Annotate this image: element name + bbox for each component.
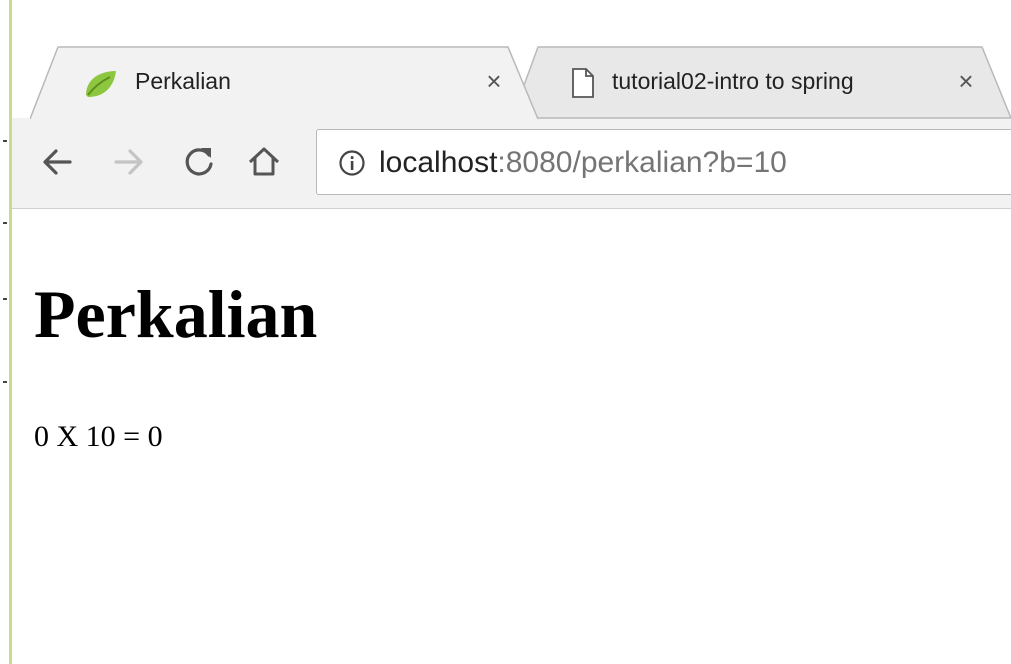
- edge-mark: [3, 381, 7, 383]
- browser-window: tutorial02-intro to spring × Perkalian ×: [0, 0, 1011, 664]
- reload-icon[interactable]: [177, 140, 221, 184]
- edge-mark: [3, 298, 7, 300]
- spring-leaf-icon: [86, 71, 116, 97]
- tab-title: Perkalian: [135, 68, 231, 94]
- url-path: :8080/perkalian?b=10: [497, 146, 787, 179]
- tab-tutorial02[interactable]: tutorial02-intro to spring ×: [512, 45, 1011, 119]
- home-icon[interactable]: [242, 140, 286, 184]
- info-icon[interactable]: [337, 148, 367, 178]
- edge-mark: [3, 222, 7, 224]
- tab-title: tutorial02-intro to spring: [612, 68, 854, 94]
- url-host: localhost: [379, 146, 498, 179]
- address-bar[interactable]: localhost:8080/perkalian?b=10: [316, 129, 1011, 195]
- window-edge: [0, 0, 12, 664]
- tab-perkalian[interactable]: Perkalian ×: [30, 45, 540, 119]
- forward-arrow-icon[interactable]: [106, 140, 150, 184]
- document-icon: [572, 68, 594, 98]
- tab-close-button[interactable]: ×: [952, 67, 980, 95]
- navigation-toolbar: localhost:8080/perkalian?b=10: [12, 118, 1011, 209]
- tab-strip: tutorial02-intro to spring × Perkalian ×: [12, 0, 1011, 119]
- multiplication-result: 0 X 10 = 0: [34, 420, 163, 453]
- tab-close-button[interactable]: ×: [480, 67, 508, 95]
- address-url[interactable]: localhost:8080/perkalian?b=10: [379, 143, 787, 183]
- browser-chrome: tutorial02-intro to spring × Perkalian ×: [12, 0, 1011, 209]
- page-title: Perkalian: [34, 276, 318, 352]
- back-arrow-icon[interactable]: [36, 140, 80, 184]
- edge-mark: [3, 140, 7, 142]
- page-content: Perkalian 0 X 10 = 0: [12, 209, 1011, 664]
